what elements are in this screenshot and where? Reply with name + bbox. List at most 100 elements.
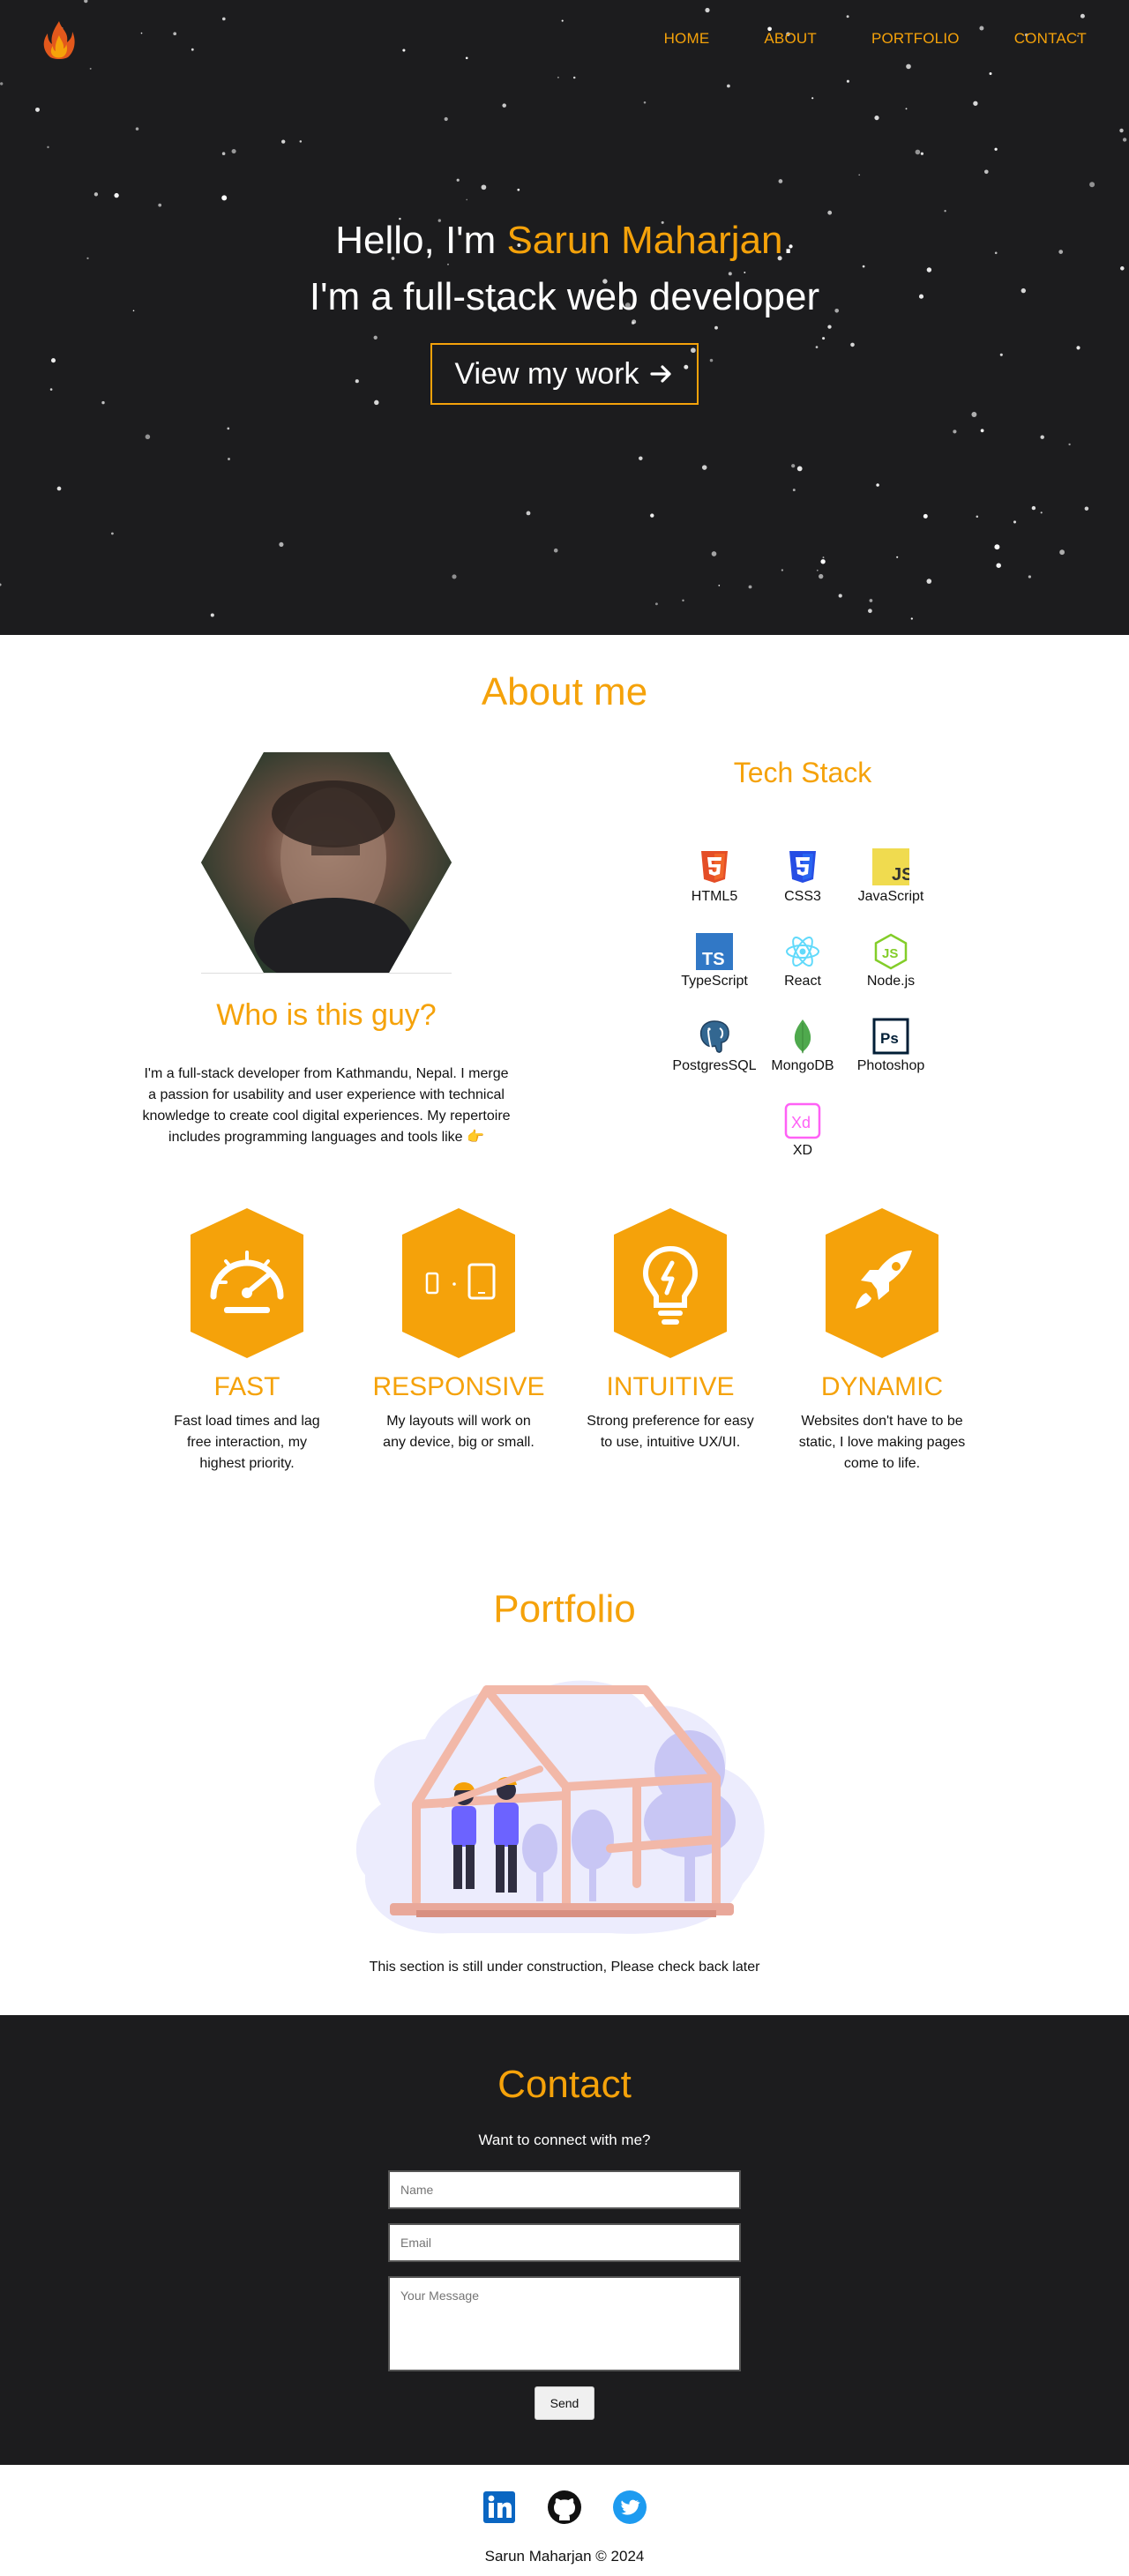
star bbox=[572, 76, 576, 79]
social-links bbox=[482, 2490, 647, 2525]
who-description: I'm a full-stack developer from Kathmand… bbox=[142, 1066, 511, 1145]
svg-text:JS: JS bbox=[892, 865, 909, 885]
star bbox=[989, 72, 992, 75]
rocket-icon bbox=[826, 1208, 938, 1358]
star bbox=[701, 465, 707, 470]
star bbox=[910, 617, 913, 620]
star bbox=[466, 198, 468, 201]
view-my-work-button[interactable]: View my work bbox=[430, 343, 699, 405]
star bbox=[447, 263, 449, 265]
star bbox=[781, 569, 784, 571]
view-my-work-label: View my work bbox=[454, 356, 639, 391]
star bbox=[1122, 138, 1127, 142]
star bbox=[816, 569, 819, 571]
star bbox=[850, 342, 855, 347]
star bbox=[89, 67, 92, 70]
star bbox=[140, 32, 143, 34]
nav-portfolio-link[interactable]: PORTFOLIO bbox=[871, 30, 960, 48]
star bbox=[994, 147, 998, 151]
star bbox=[999, 353, 1003, 356]
star bbox=[210, 613, 214, 617]
star bbox=[114, 192, 119, 198]
star bbox=[526, 511, 531, 516]
devices-icon bbox=[402, 1208, 515, 1358]
who-title: Who is this guy? bbox=[216, 998, 437, 1032]
star bbox=[718, 585, 721, 586]
star bbox=[93, 192, 99, 197]
star bbox=[819, 573, 824, 579]
email-field[interactable] bbox=[388, 2223, 741, 2262]
svg-text:Ps: Ps bbox=[880, 1030, 899, 1047]
arrow-right-icon bbox=[649, 365, 671, 383]
nav-contact-link[interactable]: CONTACT bbox=[1014, 30, 1087, 48]
send-button[interactable]: Send bbox=[535, 2386, 594, 2420]
star bbox=[748, 585, 752, 589]
tech-item-photoshop: Ps Photoshop bbox=[847, 1018, 935, 1074]
tech-label: CSS3 bbox=[784, 889, 821, 904]
tech-stack-title: Tech Stack bbox=[733, 757, 872, 788]
star bbox=[1013, 520, 1017, 524]
tech-item-javascript: JS JavaScript bbox=[847, 848, 935, 905]
flame-logo-icon[interactable] bbox=[42, 19, 76, 62]
twitter-icon[interactable] bbox=[612, 2490, 647, 2525]
about-title: About me bbox=[481, 670, 648, 713]
star bbox=[1028, 575, 1032, 579]
star bbox=[221, 195, 228, 201]
star bbox=[1084, 506, 1089, 511]
github-icon[interactable] bbox=[547, 2490, 582, 2525]
star bbox=[846, 79, 849, 83]
hero-greeting-suffix: . bbox=[782, 219, 794, 262]
star bbox=[373, 335, 378, 340]
star bbox=[145, 434, 151, 440]
react-icon bbox=[786, 937, 819, 967]
star bbox=[778, 179, 783, 183]
star bbox=[654, 602, 658, 606]
star bbox=[791, 464, 796, 468]
tech-item-react: React bbox=[759, 933, 847, 989]
star bbox=[173, 32, 177, 36]
star bbox=[1076, 346, 1080, 350]
tech-label: PostgresSQL bbox=[672, 1058, 757, 1073]
divider bbox=[201, 973, 452, 974]
star bbox=[714, 325, 718, 330]
photoshop-icon: Ps bbox=[872, 1018, 909, 1055]
star bbox=[191, 48, 194, 51]
star bbox=[47, 146, 49, 149]
tech-label: MongoDB bbox=[771, 1058, 834, 1073]
star bbox=[994, 544, 1000, 550]
star bbox=[1119, 128, 1124, 133]
star bbox=[158, 203, 162, 207]
star bbox=[1031, 505, 1036, 511]
star bbox=[0, 583, 2, 586]
feature-title: INTUITIVE bbox=[606, 1372, 735, 1401]
portfolio-title: Portfolio bbox=[493, 1587, 636, 1631]
nav-home-link[interactable]: HOME bbox=[664, 30, 710, 48]
footer: Sarun Maharjan © 2024 bbox=[0, 2465, 1129, 2576]
star bbox=[1068, 443, 1071, 446]
hero-section: HOME ABOUT PORTFOLIO CONTACT Hello, I'm … bbox=[0, 0, 1129, 635]
star bbox=[502, 103, 506, 108]
postgresql-icon bbox=[699, 1020, 729, 1053]
linkedin-icon[interactable] bbox=[482, 2490, 517, 2525]
star bbox=[0, 82, 4, 86]
star bbox=[1080, 13, 1085, 19]
main-nav: HOME ABOUT PORTFOLIO CONTACT bbox=[609, 30, 1087, 48]
hero-name: Sarun Maharjan bbox=[506, 219, 783, 262]
star bbox=[35, 107, 40, 112]
tech-label: React bbox=[784, 974, 821, 989]
star bbox=[111, 532, 114, 535]
star bbox=[980, 429, 984, 433]
css3-icon bbox=[789, 851, 816, 883]
svg-text:TS: TS bbox=[702, 950, 725, 969]
tech-item-postgresql: PostgresSQL bbox=[670, 1018, 759, 1074]
name-field[interactable] bbox=[388, 2170, 741, 2209]
message-field[interactable] bbox=[388, 2276, 741, 2371]
star bbox=[639, 456, 643, 460]
feature-title: DYNAMIC bbox=[820, 1372, 944, 1401]
speedometer-icon bbox=[191, 1208, 303, 1358]
star bbox=[1040, 435, 1044, 439]
nav-about-link[interactable]: ABOUT bbox=[764, 30, 817, 48]
star bbox=[281, 139, 286, 144]
feature-responsive: RESPONSIVE My layouts will work on any d… bbox=[362, 1208, 556, 1453]
star bbox=[221, 17, 226, 21]
